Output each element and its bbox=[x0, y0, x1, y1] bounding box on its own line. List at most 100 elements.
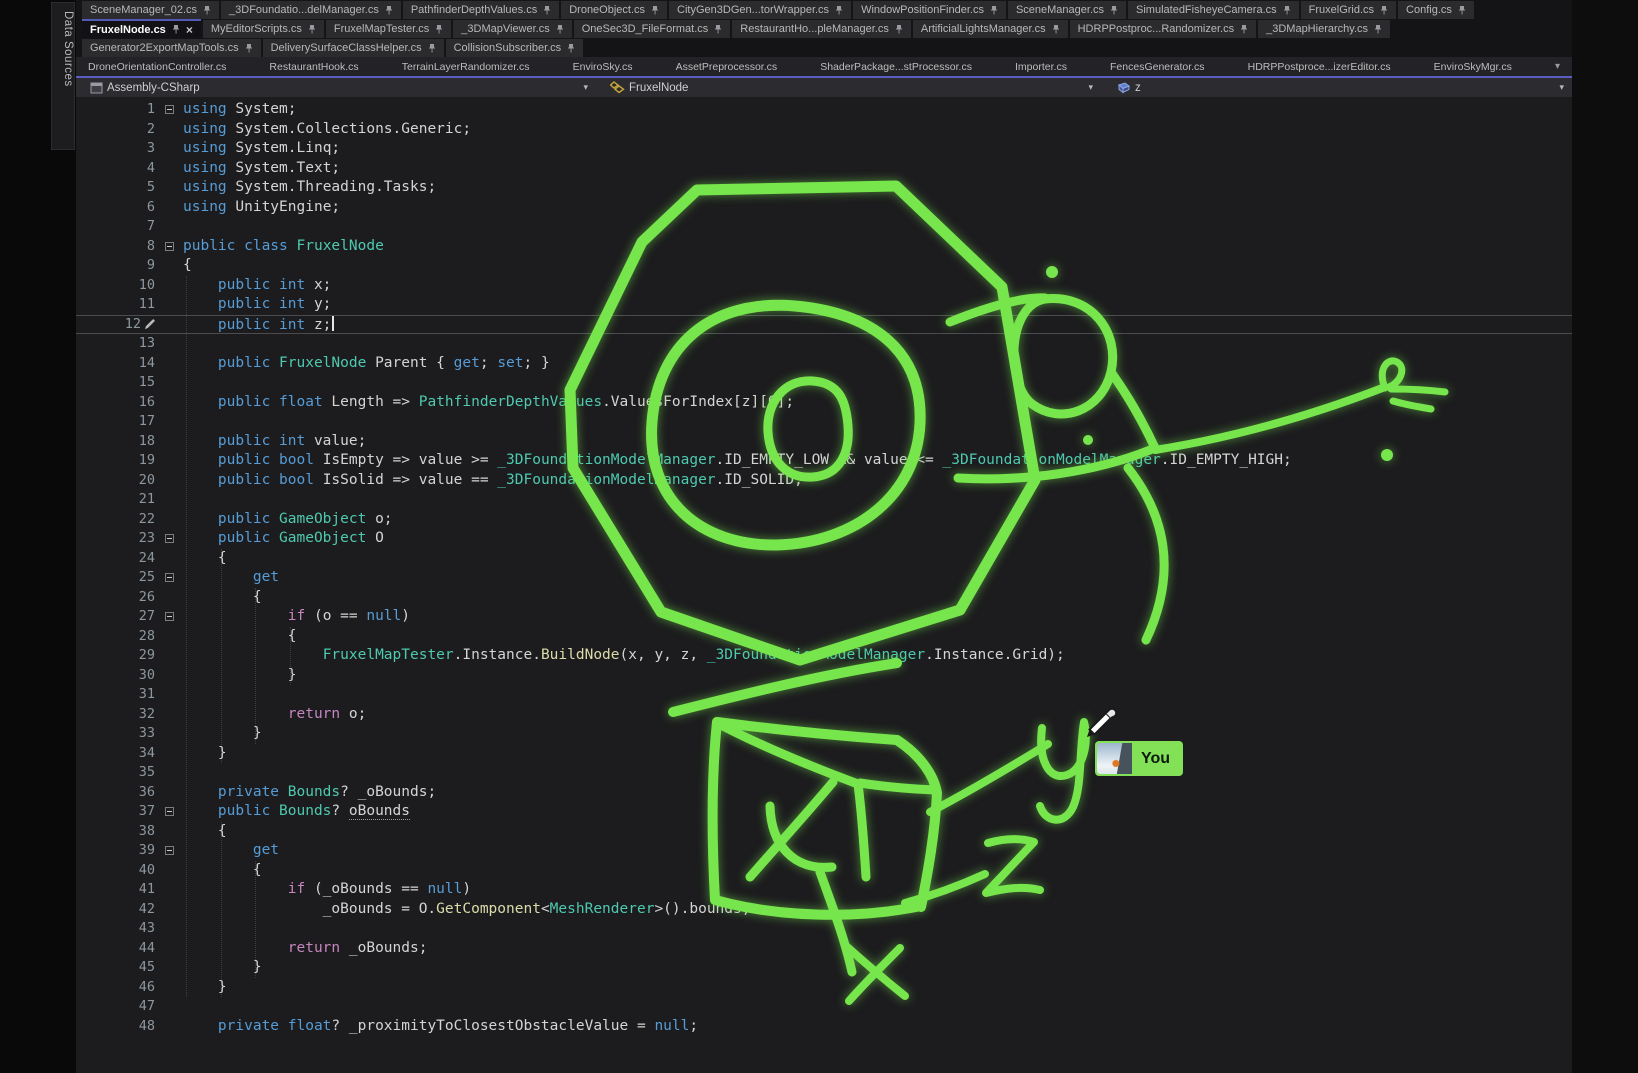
code-line[interactable]: 2using System.Collections.Generic; bbox=[76, 120, 1572, 140]
pin-icon[interactable] bbox=[385, 5, 393, 16]
tab-_3DFoundatio...delManager.cs[interactable]: _3DFoundatio...delManager.cs bbox=[221, 1, 401, 19]
line-number[interactable]: 6 bbox=[76, 198, 155, 218]
line-number[interactable]: 7 bbox=[76, 217, 155, 237]
line-number[interactable]: 1 bbox=[76, 100, 155, 120]
pin-icon[interactable] bbox=[245, 43, 253, 54]
pin-icon[interactable] bbox=[1283, 5, 1291, 16]
line-number[interactable]: 36 bbox=[76, 783, 155, 803]
tab-SceneManager_02.cs[interactable]: SceneManager_02.cs bbox=[82, 1, 219, 19]
tab-OneSec3D_FileFormat.cs[interactable]: OneSec3D_FileFormat.cs bbox=[574, 20, 731, 38]
pin-icon[interactable] bbox=[172, 24, 180, 35]
code-line[interactable]: 30 } bbox=[76, 666, 1572, 686]
pin-icon[interactable] bbox=[567, 43, 575, 54]
line-number[interactable]: 44 bbox=[76, 939, 155, 959]
pin-icon[interactable] bbox=[1052, 24, 1060, 35]
code-line[interactable]: 1using System; bbox=[76, 100, 1572, 120]
code-line[interactable]: 39 get bbox=[76, 841, 1572, 861]
line-number[interactable]: 2 bbox=[76, 120, 155, 140]
code-line[interactable]: 42 _oBounds = O.GetComponent<MeshRendere… bbox=[76, 900, 1572, 920]
pin-icon[interactable] bbox=[1110, 5, 1118, 16]
line-number[interactable]: 48 bbox=[76, 1017, 155, 1037]
code-line[interactable]: 45 } bbox=[76, 958, 1572, 978]
code-line[interactable]: 44 return _oBounds; bbox=[76, 939, 1572, 959]
line-number[interactable]: 3 bbox=[76, 139, 155, 159]
chevron-down-icon[interactable]: ▾ bbox=[1551, 82, 1572, 93]
tab-Config.cs[interactable]: Config.cs bbox=[1398, 1, 1474, 19]
code-line[interactable]: 43 bbox=[76, 919, 1572, 939]
doc-tab[interactable]: ShaderPackage...stProcessor.cs bbox=[812, 61, 1007, 73]
line-number[interactable]: 37 bbox=[76, 802, 155, 822]
doc-tab[interactable]: Importer.cs bbox=[1007, 61, 1102, 73]
code-line[interactable]: 37 public Bounds? oBounds bbox=[76, 802, 1572, 822]
code-line[interactable]: 13 bbox=[76, 334, 1572, 354]
breadcrumb-member[interactable]: z ▾ bbox=[1101, 78, 1572, 97]
tab-MyEditorScripts.cs[interactable]: MyEditorScripts.cs bbox=[203, 20, 324, 38]
code-line[interactable]: 27 if (o == null) bbox=[76, 607, 1572, 627]
code-line[interactable]: 23 public GameObject O bbox=[76, 529, 1572, 549]
code-line[interactable]: 3using System.Linq; bbox=[76, 139, 1572, 159]
line-number[interactable]: 20 bbox=[76, 471, 155, 491]
tab-SimulatedFisheyeCamera.cs[interactable]: SimulatedFisheyeCamera.cs bbox=[1128, 1, 1299, 19]
code-line[interactable]: 19 public bool IsEmpty => value >= _3DFo… bbox=[76, 451, 1572, 471]
code-line[interactable]: 15 bbox=[76, 373, 1572, 393]
pin-icon[interactable] bbox=[651, 5, 659, 16]
line-number[interactable]: 42 bbox=[76, 900, 155, 920]
line-number[interactable]: 18 bbox=[76, 432, 155, 452]
code-line[interactable]: 7 bbox=[76, 217, 1572, 237]
pin-icon[interactable] bbox=[1458, 5, 1466, 16]
code-line[interactable]: 6using UnityEngine; bbox=[76, 198, 1572, 218]
code-line[interactable]: 35 bbox=[76, 763, 1572, 783]
line-number[interactable]: 15 bbox=[76, 373, 155, 393]
chevron-down-icon[interactable]: ▾ bbox=[1547, 61, 1568, 72]
line-number[interactable]: 28 bbox=[76, 627, 155, 647]
pin-icon[interactable] bbox=[714, 24, 722, 35]
tab-SceneManager.cs[interactable]: SceneManager.cs bbox=[1008, 1, 1126, 19]
tab-PathfinderDepthValues.cs[interactable]: PathfinderDepthValues.cs bbox=[403, 1, 559, 19]
code-line[interactable]: 47 bbox=[76, 997, 1572, 1017]
line-number[interactable]: 17 bbox=[76, 412, 155, 432]
pin-icon[interactable] bbox=[1374, 24, 1382, 35]
chevron-down-icon[interactable]: ▾ bbox=[1080, 82, 1101, 93]
line-number[interactable]: 29 bbox=[76, 646, 155, 666]
code-line[interactable]: 16 public float Length => PathfinderDept… bbox=[76, 393, 1572, 413]
code-line[interactable]: 24 { bbox=[76, 549, 1572, 569]
code-line[interactable]: 38 { bbox=[76, 822, 1572, 842]
tab-HDRPPostproc...Randomizer.cs[interactable]: HDRPPostproc...Randomizer.cs bbox=[1070, 20, 1257, 38]
line-number[interactable]: 38 bbox=[76, 822, 155, 842]
code-line[interactable]: 10 public int x; bbox=[76, 276, 1572, 296]
line-number[interactable]: 16 bbox=[76, 393, 155, 413]
tab-FruxelMapTester.cs[interactable]: FruxelMapTester.cs bbox=[326, 20, 451, 38]
code-line[interactable]: 12 public int z; bbox=[76, 315, 1572, 335]
code-line[interactable]: 29 FruxelMapTester.Instance.BuildNode(x,… bbox=[76, 646, 1572, 666]
tab-FruxelNode.cs[interactable]: FruxelNode.cs× bbox=[82, 19, 201, 38]
fold-icon[interactable] bbox=[165, 846, 174, 855]
fold-icon[interactable] bbox=[165, 242, 174, 251]
pin-icon[interactable] bbox=[1240, 24, 1248, 35]
fold-icon[interactable] bbox=[165, 534, 174, 543]
line-number[interactable]: 40 bbox=[76, 861, 155, 881]
tab-Generator2ExportMapTools.cs[interactable]: Generator2ExportMapTools.cs bbox=[82, 39, 261, 57]
code-line[interactable]: 33 } bbox=[76, 724, 1572, 744]
tab-FruxelGrid.cs[interactable]: FruxelGrid.cs bbox=[1301, 1, 1396, 19]
pin-icon[interactable] bbox=[543, 5, 551, 16]
fold-icon[interactable] bbox=[165, 573, 174, 582]
code-line[interactable]: 25 get bbox=[76, 568, 1572, 588]
line-number[interactable]: 39 bbox=[76, 841, 155, 861]
line-number[interactable]: 11 bbox=[76, 295, 155, 315]
code-line[interactable]: 5using System.Threading.Tasks; bbox=[76, 178, 1572, 198]
code-line[interactable]: 8public class FruxelNode bbox=[76, 237, 1572, 257]
doc-tab[interactable]: HDRPPostproce...izerEditor.cs bbox=[1240, 61, 1426, 73]
line-number[interactable]: 22 bbox=[76, 510, 155, 530]
doc-tab[interactable]: TerrainLayerRandomizer.cs bbox=[394, 61, 565, 73]
line-number[interactable]: 9 bbox=[76, 256, 155, 276]
code-line[interactable]: 9{ bbox=[76, 256, 1572, 276]
line-number[interactable]: 47 bbox=[76, 997, 155, 1017]
chevron-down-icon[interactable]: ▾ bbox=[575, 82, 596, 93]
line-number[interactable]: 23 bbox=[76, 529, 155, 549]
code-editor[interactable]: 1using System;2using System.Collections.… bbox=[76, 97, 1572, 1051]
code-line[interactable]: 36 private Bounds? _oBounds; bbox=[76, 783, 1572, 803]
tab-ArtificialLightsManager.cs[interactable]: ArtificialLightsManager.cs bbox=[913, 20, 1068, 38]
line-number[interactable]: 10 bbox=[76, 276, 155, 296]
code-line[interactable]: 32 return o; bbox=[76, 705, 1572, 725]
code-line[interactable]: 22 public GameObject o; bbox=[76, 510, 1572, 530]
